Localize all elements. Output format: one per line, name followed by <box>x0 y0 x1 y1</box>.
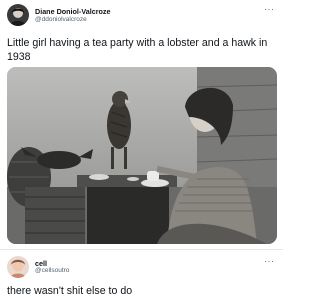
reply-more-options-icon[interactable]: ··· <box>264 257 275 266</box>
author-name[interactable]: Diane Doniol-Valcroze <box>35 7 111 16</box>
reply-text: there wasn't shit else to do <box>7 285 133 297</box>
divider <box>0 249 283 250</box>
photograph-icon <box>7 67 277 244</box>
more-options-icon[interactable]: ··· <box>264 5 275 14</box>
tweet-text: Little girl having a tea party with a lo… <box>7 37 268 63</box>
reply-author-avatar[interactable] <box>7 256 29 278</box>
tweet-photo[interactable] <box>7 67 277 244</box>
reply-author-handle[interactable]: @cellsoutro <box>35 267 69 274</box>
author-avatar[interactable] <box>7 4 29 26</box>
author-handle[interactable]: @ddoniolvalcroze <box>35 16 87 23</box>
